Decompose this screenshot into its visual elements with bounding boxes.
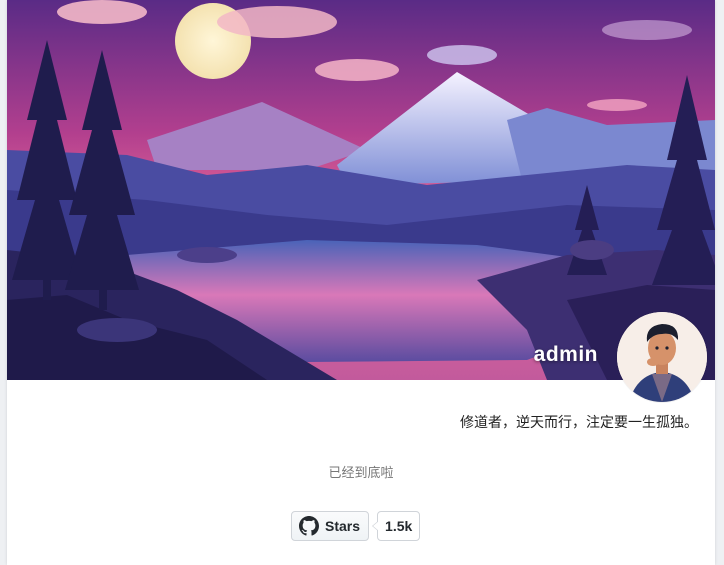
- profile-bio: 修道者，逆天而行，注定要一生孤独。: [460, 415, 698, 431]
- avatar-illustration-icon: [617, 312, 707, 402]
- github-stars-button[interactable]: Stars: [291, 511, 370, 541]
- profile-card: admin 修道者，逆天而行，注定要一生孤独。 已经到底啦 Stars 1.5k: [7, 0, 715, 565]
- github-stars-count[interactable]: 1.5k: [372, 511, 421, 541]
- user-avatar[interactable]: [617, 312, 707, 402]
- github-stars-widget: Stars 1.5k: [291, 511, 421, 541]
- github-icon: [299, 516, 319, 536]
- profile-username: admin: [533, 343, 598, 366]
- end-of-list-text: 已经到底啦: [328, 466, 394, 481]
- github-stars-label: Stars: [325, 518, 361, 534]
- profile-banner-image: [7, 0, 715, 380]
